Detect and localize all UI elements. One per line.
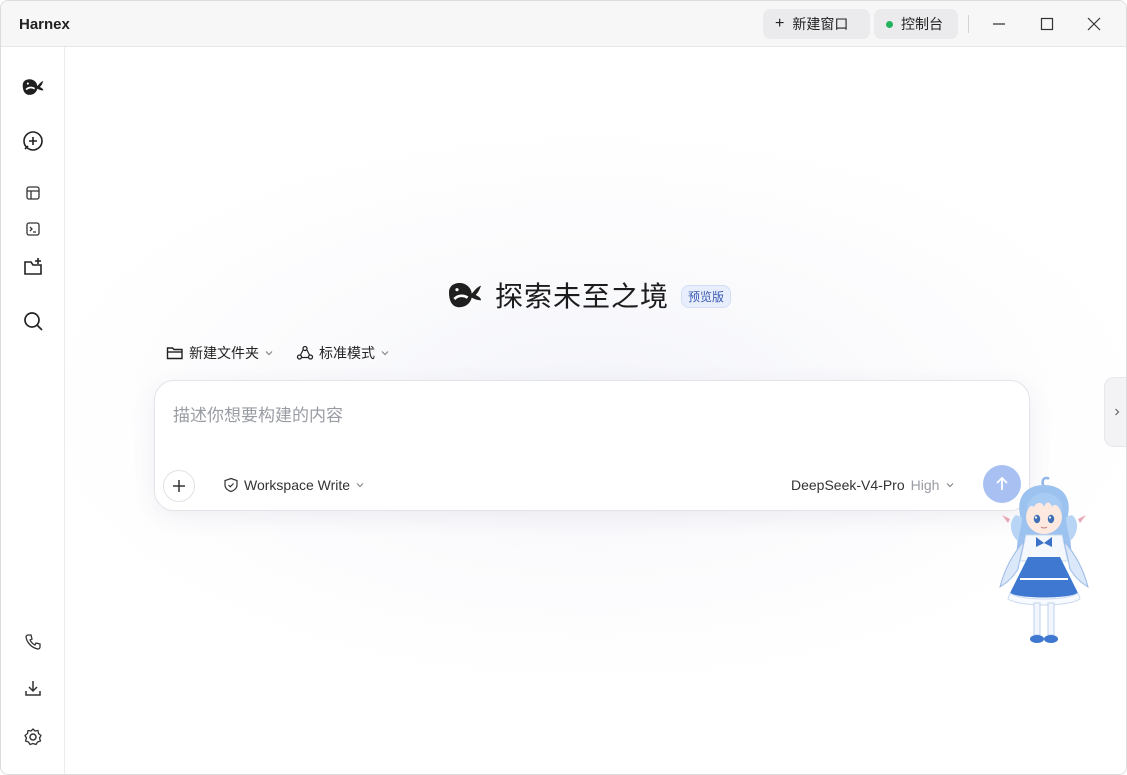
mode-selector[interactable]: 标准模式 [296, 343, 390, 363]
model-name: DeepSeek-V4-Pro [791, 477, 905, 493]
minimize-icon [993, 23, 1005, 25]
titlebar-divider [968, 15, 969, 33]
sidebar [1, 47, 65, 774]
prompt-input[interactable]: 描述你想要构建的内容 [173, 401, 343, 426]
chevron-down-icon [356, 483, 364, 488]
new-window-label: 新建窗口 [792, 16, 849, 32]
composer: 描述你想要构建的内容 Workspace Write DeepSeek-V4-P… [154, 380, 1030, 511]
console-button[interactable]: 控制台 [874, 9, 958, 39]
permission-label: Workspace Write [244, 477, 351, 493]
app-window: Harnex + 新建窗口 控制台 探索未至之境 预览版 新建文件夹 标准模式 … [0, 0, 1127, 775]
search-icon[interactable] [21, 309, 45, 333]
main-area: 探索未至之境 预览版 新建文件夹 标准模式 描述你想要构建的内容 Workspa… [65, 47, 1126, 774]
hero-title: 探索未至之境 [495, 281, 670, 312]
chevron-down-icon [265, 351, 273, 356]
terminal-icon[interactable] [21, 217, 45, 241]
plus-icon [173, 480, 185, 492]
console-label: 控制台 [901, 16, 943, 32]
new-chat-icon[interactable] [21, 129, 45, 153]
plus-icon: + [775, 15, 785, 32]
folder-selector[interactable]: 新建文件夹 [166, 343, 274, 363]
download-icon[interactable] [21, 676, 45, 700]
mode-selector-label: 标准模式 [319, 345, 375, 361]
model-selector[interactable]: DeepSeek-V4-Pro High [791, 477, 955, 493]
hero: 探索未至之境 预览版 [445, 275, 732, 315]
settings-icon[interactable] [21, 725, 45, 749]
phone-icon[interactable] [21, 630, 45, 654]
attach-button[interactable] [163, 470, 195, 502]
folder-selector-label: 新建文件夹 [189, 345, 259, 361]
close-button[interactable] [1081, 11, 1107, 37]
close-icon [1087, 17, 1101, 31]
whale-logo-icon [449, 283, 481, 308]
new-folder-icon[interactable] [21, 255, 45, 279]
right-panel-toggle[interactable] [1104, 377, 1126, 447]
permission-selector[interactable]: Workspace Write [223, 477, 365, 493]
mode-cycle-icon [296, 345, 314, 360]
maximize-button[interactable] [1034, 11, 1060, 37]
preview-badge: 预览版 [681, 284, 732, 308]
new-window-button[interactable]: + 新建窗口 [763, 9, 870, 39]
layout-icon[interactable] [21, 181, 45, 205]
minimize-button[interactable] [986, 11, 1012, 37]
folder-icon [166, 347, 183, 360]
chevron-right-icon [1114, 408, 1119, 416]
whale-logo-icon[interactable] [21, 75, 45, 99]
status-dot-icon [886, 20, 893, 28]
model-effort: High [910, 477, 940, 493]
title-bar: Harnex + 新建窗口 控制台 [1, 1, 1126, 47]
composer-selectors: 新建文件夹 标准模式 [166, 343, 390, 363]
maximize-icon [1040, 17, 1054, 31]
chevron-down-icon [946, 483, 954, 488]
app-title: Harnex [19, 16, 70, 33]
chevron-down-icon [381, 351, 389, 356]
mascot-character-image [999, 476, 1089, 643]
shield-check-icon [224, 477, 238, 493]
